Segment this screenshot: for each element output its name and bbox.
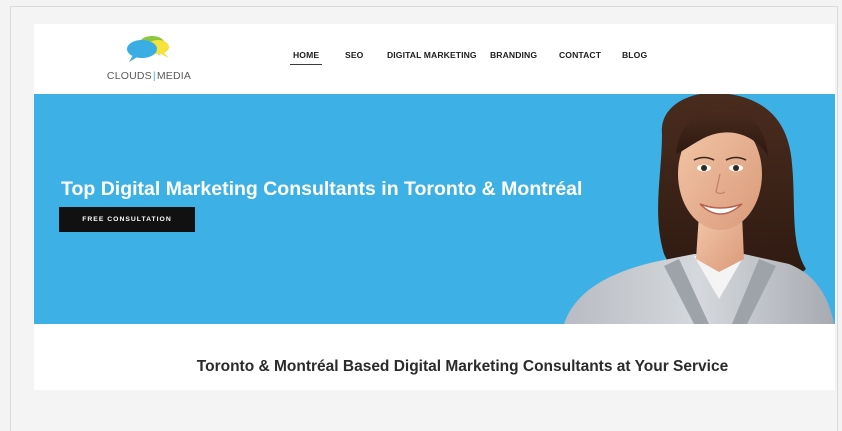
website-page: CLOUDS|MEDIA HOME SEO DIGITAL MARKETING … bbox=[34, 24, 835, 390]
nav-item-home[interactable]: HOME bbox=[289, 50, 323, 65]
logo-word-media: MEDIA bbox=[156, 70, 192, 82]
logo-word-clouds: CLOUDS bbox=[106, 70, 152, 82]
nav-item-blog[interactable]: BLOG bbox=[622, 50, 647, 60]
clouds-media-logo[interactable]: CLOUDS|MEDIA bbox=[94, 34, 204, 86]
free-consultation-button[interactable]: FREE CONSULTATION bbox=[59, 207, 195, 232]
nav-item-contact[interactable]: CONTACT bbox=[559, 50, 601, 60]
logo-wordmark: CLOUDS|MEDIA bbox=[94, 70, 204, 82]
hero-banner: Top Digital Marketing Consultants in Tor… bbox=[34, 94, 835, 324]
hero-title: Top Digital Marketing Consultants in Tor… bbox=[61, 178, 583, 200]
browser-viewport: CLOUDS|MEDIA HOME SEO DIGITAL MARKETING … bbox=[10, 6, 838, 431]
speech-bubbles-icon bbox=[127, 36, 169, 62]
nav-item-branding[interactable]: BRANDING bbox=[490, 50, 537, 60]
smiling-woman-photo bbox=[564, 94, 834, 324]
nav-item-digital-marketing[interactable]: DIGITAL MARKETING bbox=[387, 50, 477, 60]
site-header: CLOUDS|MEDIA HOME SEO DIGITAL MARKETING … bbox=[34, 24, 835, 94]
nav-item-seo[interactable]: SEO bbox=[345, 50, 363, 60]
section-tagline: Toronto & Montréal Based Digital Marketi… bbox=[196, 358, 729, 375]
